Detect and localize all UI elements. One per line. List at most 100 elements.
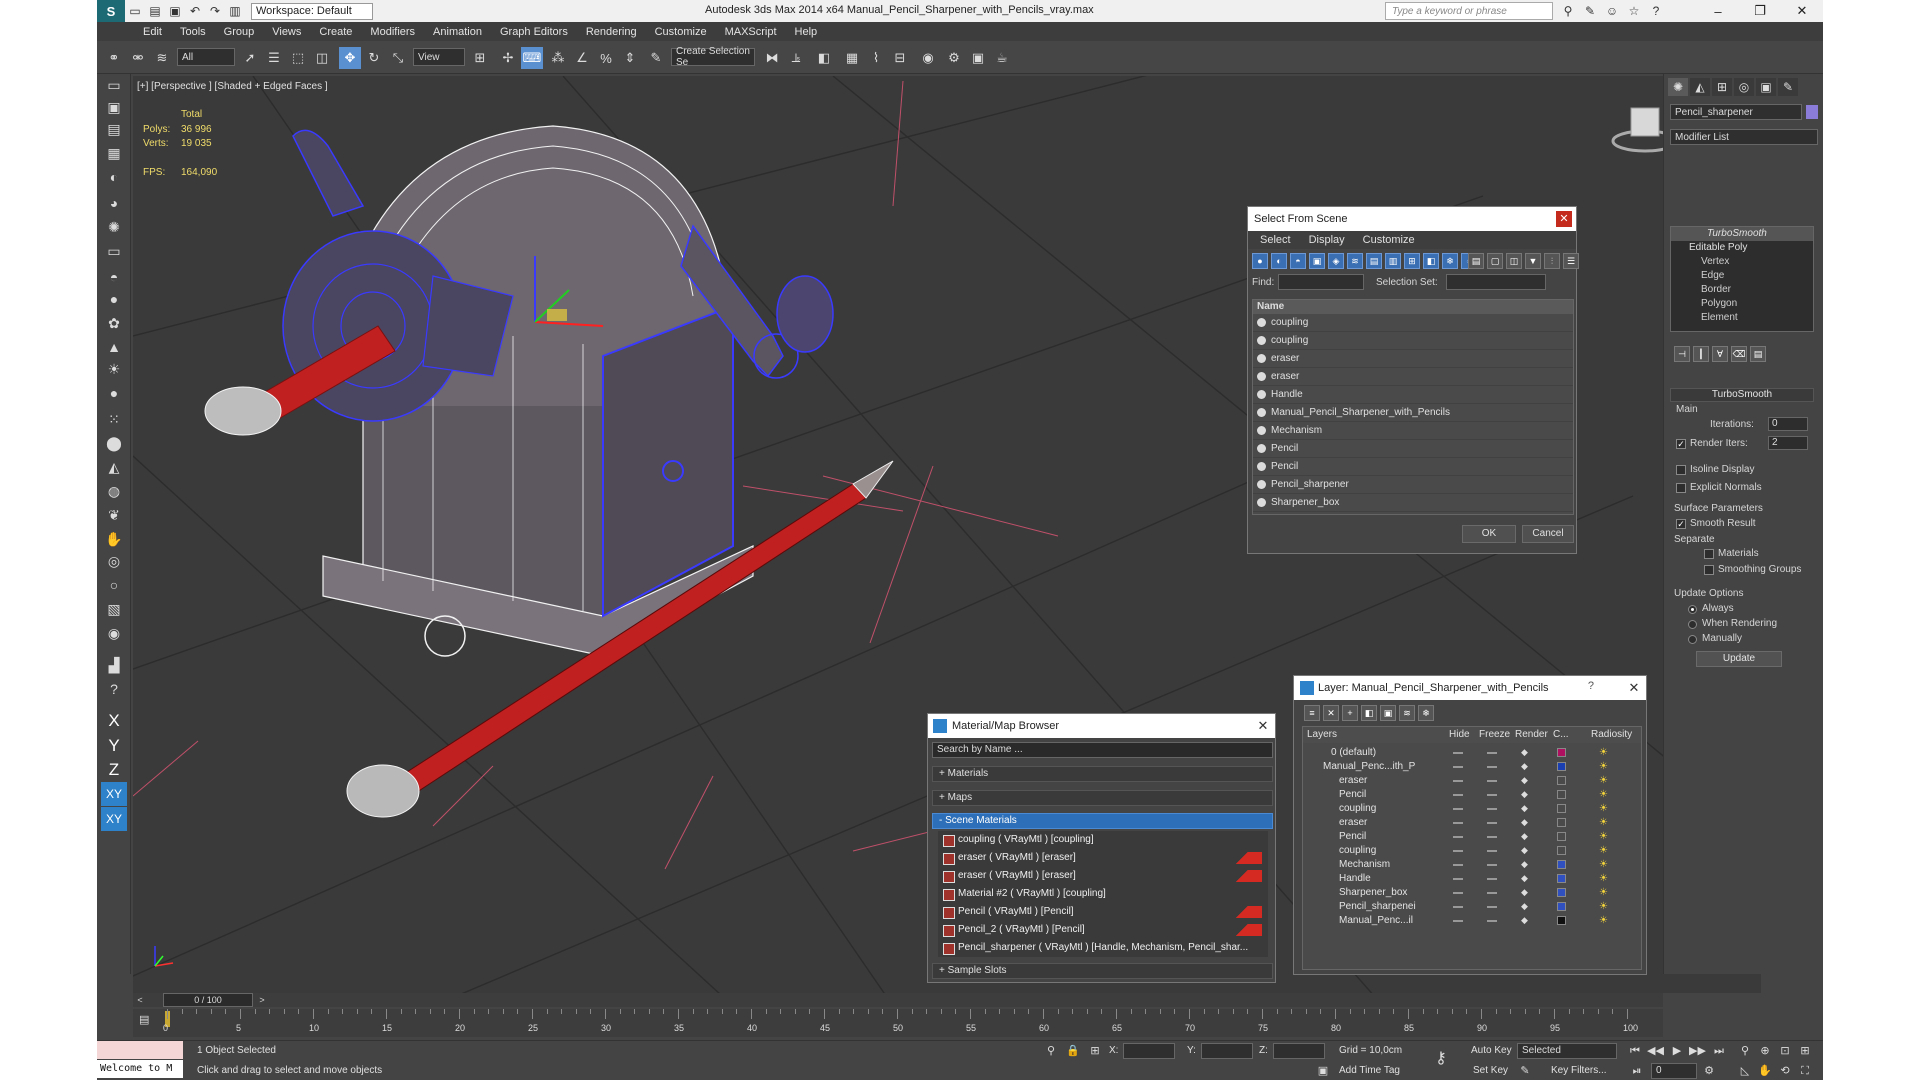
axis-x-button[interactable]: X [101,709,127,733]
prev-key-icon[interactable]: ◀◀ [1647,1043,1664,1059]
filter-bones-icon[interactable]: ⊞ [1404,253,1420,269]
save-file-icon[interactable]: ▣ [165,2,185,20]
maxscript-listener-pink[interactable] [97,1041,183,1059]
key-pencil-icon[interactable]: ✎ [1517,1063,1533,1079]
layer-manager-icon[interactable]: ◧ [813,47,835,69]
mini-curve-editor-icon[interactable]: ▤ [139,1013,157,1027]
vray-mtl-icon[interactable]: ◕ [103,192,125,214]
vray-fur-icon[interactable]: ✿ [103,312,125,334]
layer-freeze-toggle[interactable] [1487,864,1497,866]
maximize-viewport-icon[interactable]: ⛶ [1797,1063,1813,1079]
layer-hide-toggle[interactable] [1453,864,1463,866]
materials-section[interactable]: + Materials [932,766,1273,782]
pin-stack-icon[interactable]: ⊣ [1674,346,1690,362]
favorite-star-icon[interactable]: ☆ [1625,2,1643,20]
material-item[interactable]: coupling ( VRayMtl ) [coupling] [938,831,1268,849]
list-item[interactable]: Pencil [1253,440,1573,458]
new-file-icon[interactable]: ▭ [125,2,145,20]
layer-radiosity-icon[interactable]: ☀ [1599,887,1610,898]
vray-frame-icon[interactable]: ▭ [103,74,125,96]
cancel-button[interactable]: Cancel [1522,525,1574,543]
layer-color-swatch[interactable] [1557,776,1566,785]
hide-all-layers-icon[interactable]: ≋ [1399,705,1415,721]
stack-turbosmooth[interactable]: TurboSmooth [1671,227,1813,241]
go-to-start-icon[interactable]: ⏮ [1627,1043,1643,1059]
hierarchy-tab-icon[interactable]: ⊞ [1712,78,1732,96]
show-end-result-icon[interactable]: ┃ [1693,346,1709,362]
layer-radiosity-icon[interactable]: ☀ [1599,789,1610,800]
layer-color-swatch[interactable] [1557,790,1566,799]
layer-radiosity-icon[interactable]: ☀ [1599,761,1610,772]
list-item[interactable]: Pencil_sharpener [1253,476,1573,494]
layer-manager-close-icon[interactable]: ✕ [1626,680,1642,696]
close-icon[interactable]: ✕ [1781,0,1823,22]
fov-icon[interactable]: ◺ [1737,1063,1753,1079]
utilities-tab-icon[interactable]: ✎ [1778,78,1798,96]
menu-help[interactable]: Help [795,26,818,38]
curve-editor-icon[interactable]: ⌇ [865,47,887,69]
layer-color-swatch[interactable] [1557,860,1566,869]
vray-light-icon[interactable]: ◐ [103,166,125,188]
make-unique-icon[interactable]: ∀ [1712,346,1728,362]
layer-render-icon[interactable]: ◆ [1521,790,1530,799]
freeze-all-layers-icon[interactable]: ❄ [1418,705,1434,721]
layer-help-icon[interactable]: ? [1588,680,1594,692]
zoom-all-icon[interactable]: ⊕ [1757,1043,1773,1059]
redo-icon[interactable]: ↷ [205,2,225,20]
layer-render-icon[interactable]: ◆ [1521,762,1530,771]
list-item[interactable]: Mechanism [1253,422,1573,440]
selection-filter-dropdown[interactable]: All [177,48,235,66]
time-slider-thumb[interactable]: 0 / 100 [163,993,253,1007]
maxscript-listener[interactable]: Welcome to M [97,1060,183,1078]
display-tab-icon[interactable]: ▣ [1756,78,1776,96]
stack-sub-vertex[interactable]: Vertex [1671,255,1813,269]
vray-sphere-icon[interactable]: ● [103,288,125,310]
create-tab-icon[interactable]: ✺ [1668,78,1688,96]
move-icon[interactable]: ✥ [339,47,361,69]
turbosmooth-rollout-title[interactable]: TurboSmooth [1670,388,1814,402]
snaps-toggle-icon[interactable]: ⁂ [547,47,569,69]
layer-radiosity-icon[interactable]: ☀ [1599,775,1610,786]
update-always-radio[interactable] [1688,605,1697,614]
z-coord-input[interactable] [1273,1043,1325,1059]
explicit-normals-checkbox[interactable] [1676,483,1686,493]
select-manipulate-icon[interactable]: ✢ [497,47,519,69]
selection-set-dropdown[interactable] [1446,274,1546,290]
layer-render-icon[interactable]: ◆ [1521,776,1530,785]
layer-render-icon[interactable]: ◆ [1521,916,1530,925]
ok-button[interactable]: OK [1462,525,1516,543]
auto-key-button[interactable]: Auto Key [1471,1045,1512,1056]
col-render[interactable]: Render [1515,729,1548,740]
layer-freeze-toggle[interactable] [1487,808,1497,810]
unlink-icon[interactable]: ⚮ [127,47,149,69]
filter-xrefs-icon[interactable]: ▥ [1385,253,1401,269]
col-layers[interactable]: Layers [1307,729,1337,740]
stack-sub-border[interactable]: Border [1671,283,1813,297]
layer-hide-toggle[interactable] [1453,766,1463,768]
layer-hide-toggle[interactable] [1453,836,1463,838]
layer-render-icon[interactable]: ◆ [1521,902,1530,911]
angle-snap-icon[interactable]: ∠ [571,47,593,69]
vray-export-icon[interactable]: ▟ [103,654,125,676]
vray-mesh-icon[interactable]: ⬤ [103,432,125,454]
rotate-icon[interactable]: ↻ [363,47,385,69]
stack-sub-polygon[interactable]: Polygon [1671,297,1813,311]
remove-modifier-icon[interactable]: ⌫ [1731,346,1747,362]
axis-y-button[interactable]: Y [101,734,127,758]
col-radiosity[interactable]: Radiosity [1591,729,1632,740]
layer-list[interactable]: Layers Hide Freeze Render C... Radiosity… [1302,726,1642,970]
rendered-frame-icon[interactable]: ▣ [967,47,989,69]
col-color[interactable]: C... [1553,729,1569,740]
update-manually-radio[interactable] [1688,635,1697,644]
menu-views[interactable]: Views [272,26,301,38]
delete-layer-icon[interactable]: ✕ [1323,705,1339,721]
material-item[interactable]: eraser ( VRayMtl ) [eraser] [938,867,1268,885]
tools-icon[interactable]: ✎ [1581,2,1599,20]
layer-freeze-toggle[interactable] [1487,752,1497,754]
sharpener-model[interactable] [282,125,834,657]
layer-color-swatch[interactable] [1557,874,1566,883]
layer-radiosity-icon[interactable]: ☀ [1599,859,1610,870]
vray-dome-icon[interactable]: ◓ [103,266,125,288]
layer-hide-toggle[interactable] [1453,808,1463,810]
filter-spacewarps-icon[interactable]: ≋ [1347,253,1363,269]
